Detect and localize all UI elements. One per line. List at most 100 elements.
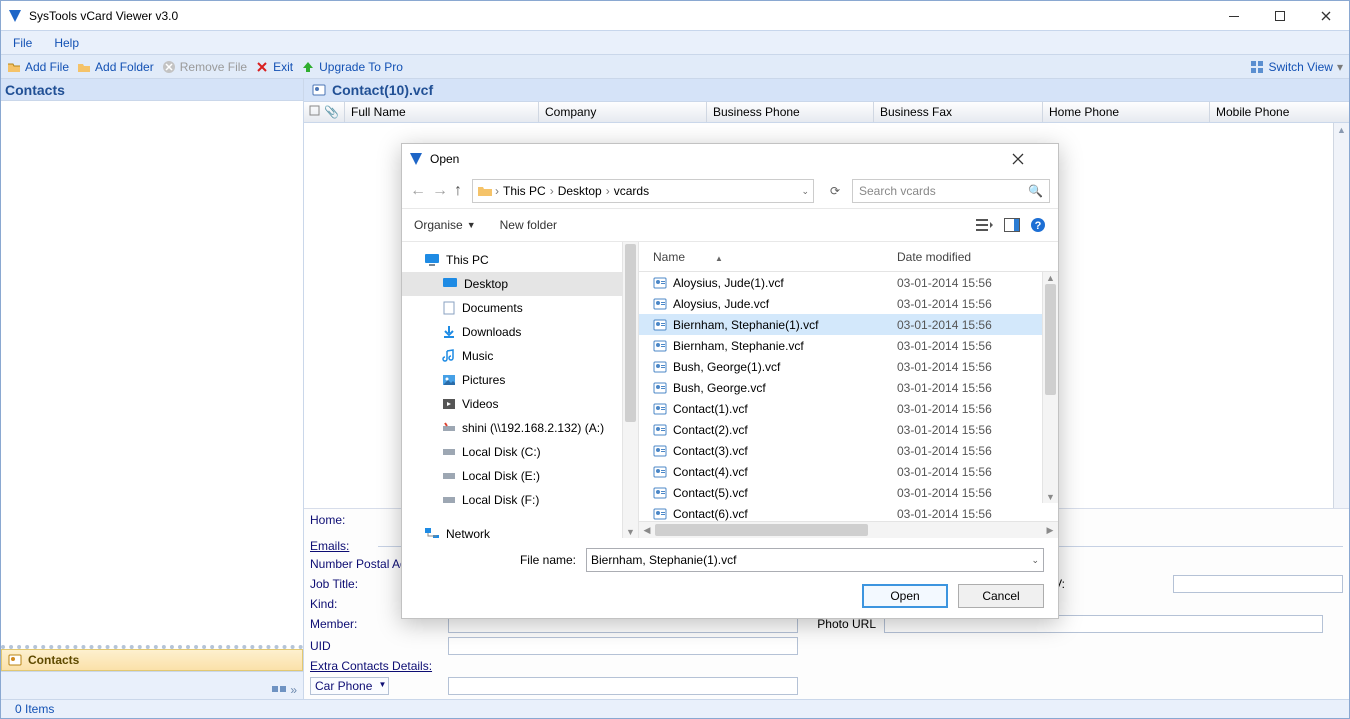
vcf-file-icon — [653, 507, 667, 521]
tree-this-pc[interactable]: This PC — [402, 248, 638, 272]
menu-help[interactable]: Help — [54, 36, 79, 50]
col-date-modified[interactable]: Date modified — [897, 250, 1058, 264]
col-business-fax[interactable]: Business Fax — [873, 102, 1042, 122]
file-row[interactable]: Contact(2).vcf03-01-2014 15:56 — [639, 419, 1058, 440]
car-phone-select[interactable]: Car Phone ▼ — [310, 677, 389, 695]
contacts-accordion-label: Contacts — [28, 653, 79, 667]
file-date: 03-01-2014 15:56 — [897, 276, 1058, 290]
open-button[interactable]: Open — [862, 584, 948, 608]
tree-network-drive[interactable]: shini (\\192.168.2.132) (A:) — [402, 416, 638, 440]
tree-local-disk-e[interactable]: Local Disk (E:) — [402, 464, 638, 488]
view-options-button[interactable] — [976, 218, 994, 232]
tree-local-disk-f[interactable]: Local Disk (F:) — [402, 488, 638, 512]
file-date: 03-01-2014 15:56 — [897, 339, 1058, 353]
file-date: 03-01-2014 15:56 — [897, 423, 1058, 437]
new-folder-button[interactable]: New folder — [500, 218, 557, 232]
tree-videos[interactable]: Videos — [402, 392, 638, 416]
tree-network[interactable]: Network — [402, 522, 638, 538]
vcf-file-icon — [653, 486, 667, 500]
tree-downloads[interactable]: Downloads — [402, 320, 638, 344]
dialog-navbar: ← → ↑ › This PC › Desktop › vcards ⌄ ⟳ S… — [402, 174, 1058, 208]
crumb-this-pc[interactable]: This PC — [501, 184, 548, 198]
file-list-hscrollbar[interactable]: ◀▶ — [639, 521, 1058, 538]
col-company[interactable]: Company — [538, 102, 706, 122]
preview-pane-button[interactable] — [1004, 218, 1020, 232]
app-title: SysTools vCard Viewer v3.0 — [29, 9, 178, 23]
tree-scrollbar[interactable]: ▲▼ — [622, 242, 638, 538]
rev-input[interactable] — [1173, 575, 1343, 593]
refresh-button[interactable]: ⟳ — [824, 184, 846, 198]
file-row[interactable]: Aloysius, Jude.vcf03-01-2014 15:56 — [639, 293, 1058, 314]
menu-file[interactable]: File — [13, 36, 32, 50]
file-name: Biernham, Stephanie(1).vcf — [673, 318, 818, 332]
chevron-down-icon[interactable]: ⌄ — [801, 186, 809, 197]
help-button[interactable]: ? — [1030, 217, 1046, 233]
disk-icon — [442, 469, 456, 483]
nav-forward-button[interactable]: → — [432, 182, 448, 200]
crumb-vcards[interactable]: vcards — [612, 184, 651, 198]
contact-card-icon — [8, 653, 22, 667]
file-row[interactable]: Biernham, Stephanie.vcf03-01-2014 15:56 — [639, 335, 1058, 356]
breadcrumb[interactable]: › This PC › Desktop › vcards ⌄ — [472, 179, 814, 203]
crumb-desktop[interactable]: Desktop — [556, 184, 604, 198]
maximize-button[interactable] — [1257, 1, 1303, 30]
close-button[interactable] — [1303, 1, 1349, 30]
file-date: 03-01-2014 15:56 — [897, 381, 1058, 395]
status-items: 0 Items — [15, 702, 54, 716]
file-row[interactable]: Contact(6).vcf03-01-2014 15:56 — [639, 503, 1058, 521]
file-name-value: Biernham, Stephanie(1).vcf — [591, 553, 736, 567]
music-icon — [442, 349, 456, 363]
file-date: 03-01-2014 15:56 — [897, 507, 1058, 521]
network-drive-icon — [442, 421, 456, 435]
chevron-right-icon: › — [606, 184, 610, 198]
tree-music[interactable]: Music — [402, 344, 638, 368]
file-row[interactable]: Contact(1).vcf03-01-2014 15:56 — [639, 398, 1058, 419]
col-mobile-phone[interactable]: Mobile Phone — [1209, 102, 1349, 122]
contacts-accordion[interactable]: Contacts — [1, 649, 303, 671]
toolbar: Add File Add Folder Remove File Exit Upg… — [1, 55, 1349, 79]
file-name-input[interactable]: Biernham, Stephanie(1).vcf ⌄ — [586, 548, 1044, 572]
contacts-tree[interactable] — [1, 101, 303, 649]
col-full-name[interactable]: Full Name — [344, 102, 538, 122]
chevron-down-icon: ▾ — [1337, 60, 1343, 74]
col-business-phone[interactable]: Business Phone — [706, 102, 873, 122]
dialog-close-button[interactable] — [1012, 153, 1052, 165]
nav-up-button[interactable]: ↑ — [454, 182, 462, 200]
add-file-button[interactable]: Add File — [7, 60, 69, 74]
file-row[interactable]: Contact(5).vcf03-01-2014 15:56 — [639, 482, 1058, 503]
file-row[interactable]: Contact(3).vcf03-01-2014 15:56 — [639, 440, 1058, 461]
minimize-button[interactable] — [1211, 1, 1257, 30]
organise-button[interactable]: Organise ▼ — [414, 218, 476, 232]
statusbar: 0 Items — [1, 699, 1349, 718]
exit-button[interactable]: Exit — [255, 60, 293, 74]
file-row[interactable]: Bush, George.vcf03-01-2014 15:56 — [639, 377, 1058, 398]
file-name: Contact(1).vcf — [673, 402, 748, 416]
nav-shortcuts-icon[interactable]: » — [272, 683, 303, 697]
add-folder-button[interactable]: Add Folder — [77, 60, 154, 74]
grid-header: 📎 Full Name Company Business Phone Busin… — [304, 101, 1349, 123]
chevron-down-icon: ⌄ — [1031, 555, 1039, 566]
col-home-phone[interactable]: Home Phone — [1042, 102, 1209, 122]
file-row[interactable]: Aloysius, Jude(1).vcf03-01-2014 15:56 — [639, 272, 1058, 293]
tree-desktop[interactable]: Desktop — [402, 272, 638, 296]
remove-file-button[interactable]: Remove File — [162, 60, 247, 74]
col-name[interactable]: Name▲ — [653, 250, 897, 264]
document-title: Contact(10).vcf — [332, 82, 433, 98]
car-phone-input[interactable] — [448, 677, 798, 695]
nav-back-button[interactable]: ← — [410, 182, 426, 200]
upgrade-button[interactable]: Upgrade To Pro — [301, 60, 403, 74]
file-row[interactable]: Biernham, Stephanie(1).vcf03-01-2014 15:… — [639, 314, 1058, 335]
search-input[interactable]: Search vcards 🔍 — [852, 179, 1050, 203]
file-row[interactable]: Contact(4).vcf03-01-2014 15:56 — [639, 461, 1058, 482]
emails-label: Emails: — [310, 539, 370, 553]
tree-pictures[interactable]: Pictures — [402, 368, 638, 392]
file-row[interactable]: Bush, George(1).vcf03-01-2014 15:56 — [639, 356, 1058, 377]
cancel-button[interactable]: Cancel — [958, 584, 1044, 608]
open-file-dialog: Open ← → ↑ › This PC › Desktop › vcards … — [401, 143, 1059, 619]
tree-local-disk-c[interactable]: Local Disk (C:) — [402, 440, 638, 464]
file-name-label: File name: — [412, 553, 582, 567]
tree-documents[interactable]: Documents — [402, 296, 638, 320]
uid-input[interactable] — [448, 637, 798, 655]
file-list-scrollbar[interactable]: ▲▼ — [1042, 272, 1058, 503]
switch-view-button[interactable]: Switch View ▾ — [1250, 60, 1343, 74]
